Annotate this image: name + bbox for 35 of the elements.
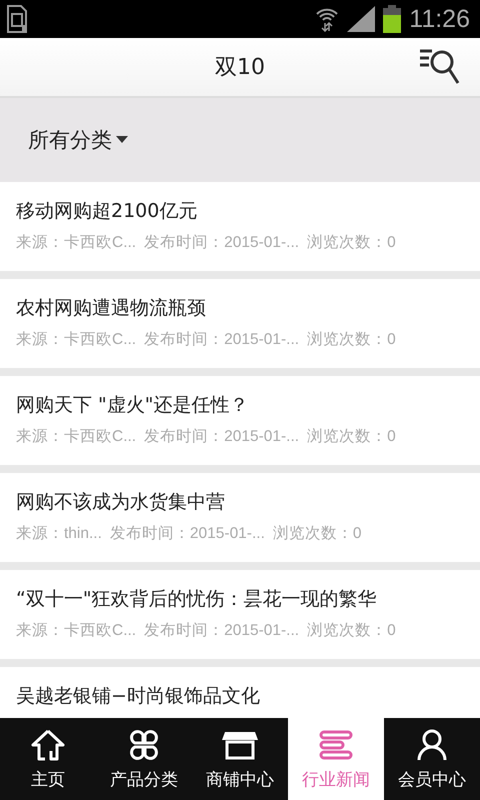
article-source: 来源：卡西欧C...	[16, 621, 136, 641]
view-count: 浏览次数：0	[307, 427, 396, 447]
article-title: “双十一"狂欢背后的忧伤：昙花一现的繁华	[16, 587, 378, 612]
view-count: 浏览次数：0	[272, 524, 362, 544]
sim-card-icon	[6, 5, 28, 33]
view-count: 浏览次数：0	[307, 330, 396, 350]
article-item[interactable]: 移动网购超2100亿元 来源：卡西欧C... 发布时间：2015-01-... 浏览次数：0	[0, 182, 480, 271]
article-item[interactable]: 吴越老银铺−时尚银饰品文化	[0, 667, 480, 718]
caret-icon	[116, 136, 128, 144]
article-title: 移动网购超2100亿元	[16, 199, 198, 224]
wifi-icon	[315, 6, 340, 32]
battery-icon	[383, 5, 402, 33]
publish-date: 发布时间：2015-01-...	[144, 427, 300, 447]
article-source: 来源：卡西欧C...	[16, 330, 136, 350]
publish-date: 发布时间：2015-01-...	[144, 621, 300, 641]
article-item[interactable]: “双十一"狂欢背后的忧伤：昙花一现的繁华 来源：卡西欧C... 发布时间：2015-01-... 浏览次数：0	[0, 570, 480, 659]
article-source: 来源：thin...	[16, 524, 102, 544]
article-title: 网购天下 "虚火"还是任性？	[16, 393, 250, 418]
article-source: 来源：卡西欧C...	[16, 427, 136, 447]
view-count: 浏览次数：0	[307, 233, 396, 253]
publish-date: 发布时间：2015-01-...	[144, 233, 300, 253]
category-dropdown[interactable]: 所有分类	[28, 126, 128, 154]
publish-date: 发布时间：2015-01-...	[144, 330, 300, 350]
article-title: 吴越老银铺−时尚银饰品文化	[16, 684, 261, 709]
signal-icon	[347, 6, 376, 32]
publish-date: 发布时间：2015-01-...	[110, 524, 265, 544]
article-item[interactable]: 网购天下 "虚火"还是任性？ 来源：卡西欧C... 发布时间：2015-01-... 浏览次数：0	[0, 376, 480, 465]
article-source: 来源：卡西欧C...	[16, 233, 136, 253]
view-count: 浏览次数：0	[307, 621, 396, 641]
clock-time: 11:26	[409, 4, 470, 34]
article-item[interactable]: 网购不该成为水货集中营 来源：thin... 发布时间：2015-01-... 浏览次数：0	[0, 473, 480, 562]
article-title: 网购不该成为水货集中营	[16, 490, 226, 515]
article-item[interactable]: 农村网购遭遇物流瓶颈 来源：卡西欧C... 发布时间：2015-01-... 浏览次数：0	[0, 279, 480, 368]
article-title: 农村网购遭遇物流瓶颈	[16, 296, 207, 321]
page-title: 双10	[215, 54, 265, 82]
